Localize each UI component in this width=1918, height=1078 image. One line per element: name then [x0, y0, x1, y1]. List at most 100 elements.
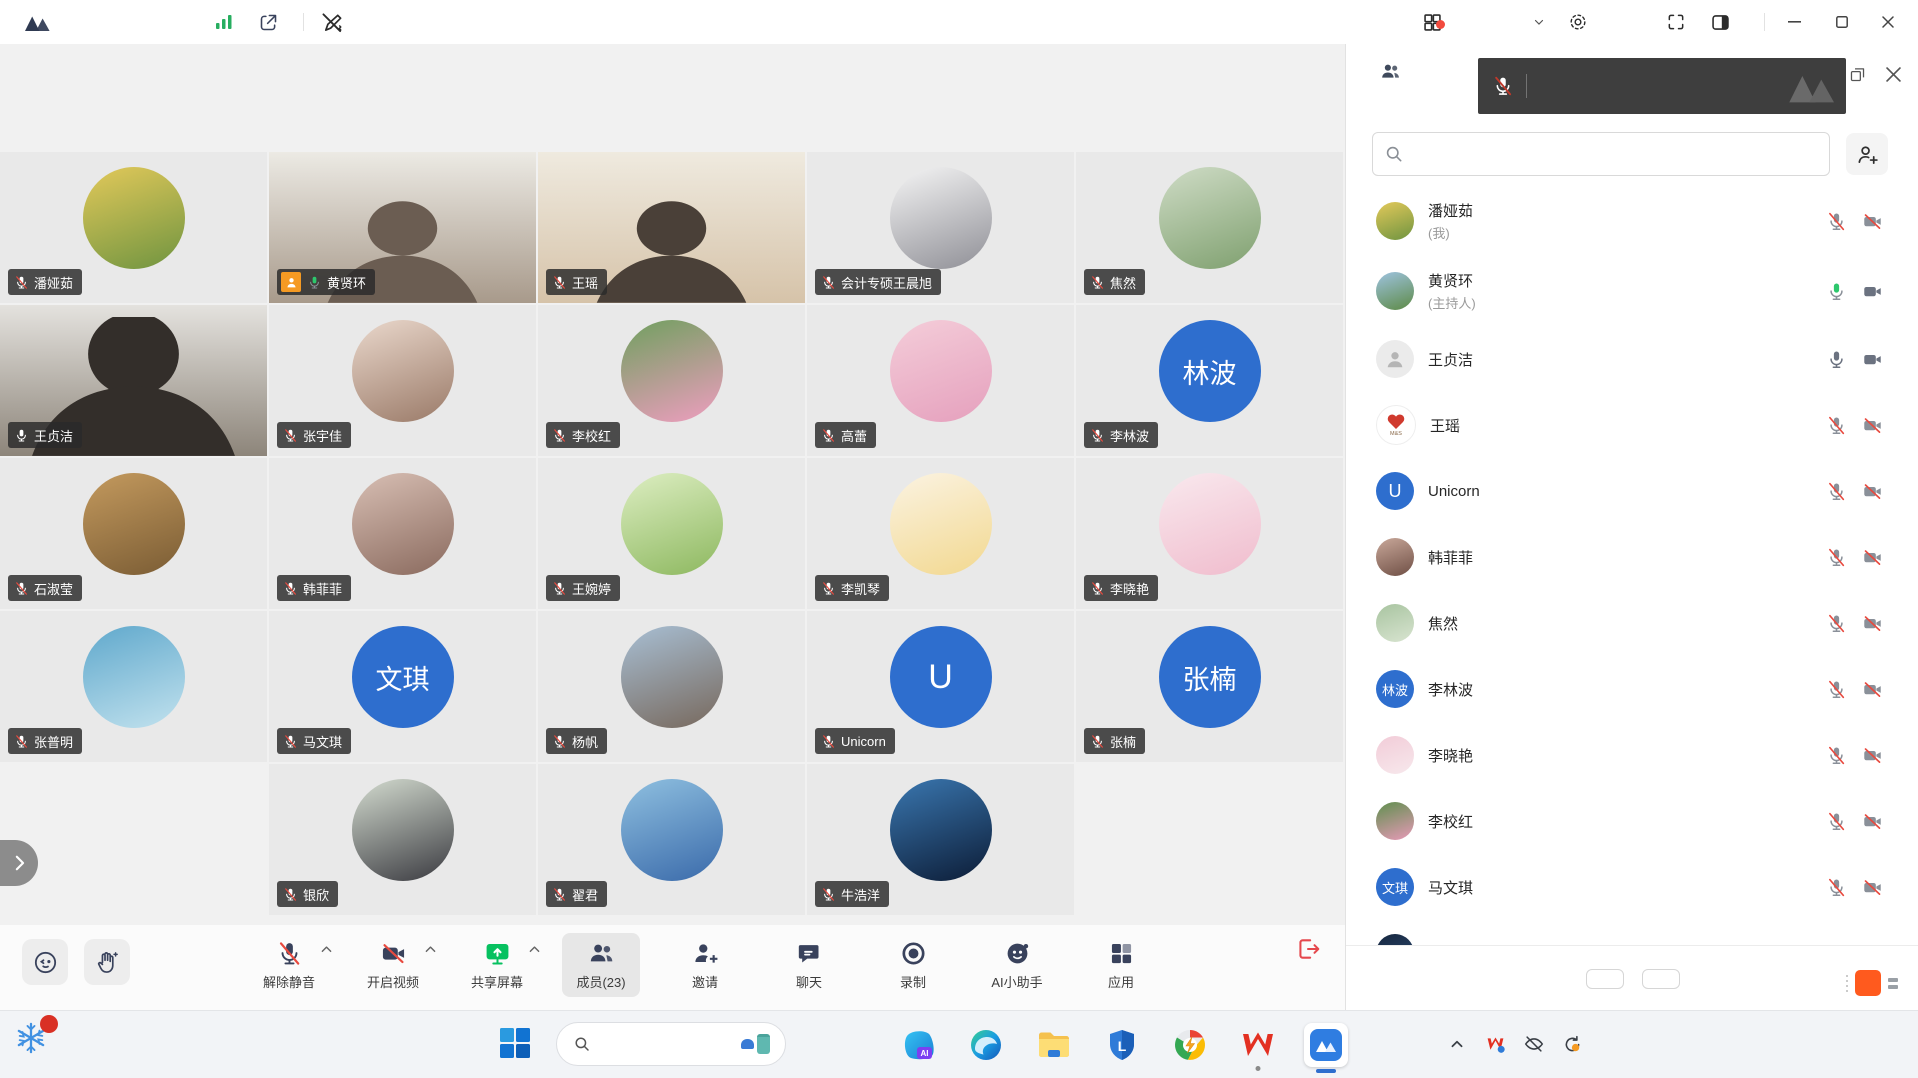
- member-mic-button[interactable]: [1826, 349, 1847, 370]
- video-tile[interactable]: 李校红: [538, 305, 805, 456]
- member-search-input[interactable]: [1372, 132, 1830, 176]
- member-mic-button[interactable]: [1826, 613, 1847, 634]
- video-tile[interactable]: 文琪 马文琪: [269, 611, 536, 762]
- member-mic-button[interactable]: [1826, 281, 1847, 302]
- raise-hand-button[interactable]: [84, 939, 130, 985]
- member-row[interactable]: UUnicorn: [1346, 458, 1918, 524]
- unmute-button[interactable]: [1642, 969, 1680, 989]
- tray-chevron-up[interactable]: [1446, 1033, 1468, 1055]
- toolbar-record-button[interactable]: 录制: [874, 933, 952, 997]
- grid-layout-icon[interactable]: [1422, 0, 1443, 44]
- taskbar-app-edge[interactable]: [964, 1023, 1008, 1067]
- input-method-bar[interactable]: [1846, 970, 1898, 996]
- member-camera-button[interactable]: [1862, 415, 1883, 436]
- member-row-partial[interactable]: [1346, 920, 1918, 945]
- video-tile[interactable]: 林波 李林波: [1076, 305, 1343, 456]
- taskbar-search[interactable]: [556, 1022, 786, 1066]
- toolbar-invite-button[interactable]: 邀请: [666, 933, 744, 997]
- member-camera-button[interactable]: [1862, 745, 1883, 766]
- member-mic-button[interactable]: [1826, 415, 1847, 436]
- tray-eye-off[interactable]: [1523, 1033, 1545, 1055]
- gear-icon[interactable]: [1568, 0, 1588, 44]
- chevron-up-icon[interactable]: [321, 945, 332, 953]
- video-tile[interactable]: 韩菲菲: [269, 458, 536, 609]
- member-mic-button[interactable]: [1826, 211, 1847, 232]
- video-tile[interactable]: 翟君: [538, 764, 805, 915]
- member-row[interactable]: 李校红: [1346, 788, 1918, 854]
- tray-wps-mini[interactable]: [1485, 1034, 1506, 1055]
- toolbar-ai-assistant-button[interactable]: AI小助手: [978, 933, 1056, 997]
- member-row[interactable]: 文琪马文琪: [1346, 854, 1918, 920]
- wps-tray-icon[interactable]: [1485, 1034, 1506, 1055]
- toolbar-share-screen-button[interactable]: 共享屏幕: [458, 933, 536, 997]
- video-tile[interactable]: 高蕾: [807, 305, 1074, 456]
- change-nickname-button[interactable]: [1586, 969, 1624, 989]
- member-row[interactable]: 王贞洁: [1346, 326, 1918, 392]
- member-mic-button[interactable]: [1826, 811, 1847, 832]
- video-tile[interactable]: 张宇佳: [269, 305, 536, 456]
- video-tile[interactable]: 王瑶: [538, 152, 805, 303]
- add-member-button[interactable]: [1846, 133, 1888, 175]
- side-panel-icon[interactable]: [1710, 0, 1731, 44]
- video-tile[interactable]: 杨帆: [538, 611, 805, 762]
- member-camera-button[interactable]: [1862, 281, 1883, 302]
- video-tile[interactable]: 张楠 张楠: [1076, 611, 1343, 762]
- toolbar-apps-button[interactable]: 应用: [1082, 933, 1160, 997]
- taskbar-app-copilot[interactable]: AI: [896, 1023, 940, 1067]
- close-button[interactable]: [1866, 0, 1910, 44]
- member-camera-button[interactable]: [1862, 679, 1883, 700]
- video-tile[interactable]: 黄贤环: [269, 152, 536, 303]
- member-camera-button[interactable]: [1862, 349, 1883, 370]
- popout-panel-button[interactable]: [1844, 61, 1870, 87]
- member-row[interactable]: M&S王瑶: [1346, 392, 1918, 458]
- weather-widget[interactable]: [14, 1020, 56, 1056]
- video-tile[interactable]: 会计专硕王晨旭: [807, 152, 1074, 303]
- share-window-icon[interactable]: [258, 0, 279, 44]
- member-mic-button[interactable]: [1826, 547, 1847, 568]
- taskbar-app-wps[interactable]: [1236, 1023, 1280, 1067]
- chevron-down-icon[interactable]: [1533, 0, 1545, 44]
- tab-members[interactable]: [1380, 61, 1408, 82]
- chevron-up-icon[interactable]: [529, 945, 540, 953]
- toolbar-chat-button[interactable]: 聊天: [770, 933, 848, 997]
- member-camera-button[interactable]: [1862, 877, 1883, 898]
- leave-meeting-button[interactable]: [1295, 936, 1321, 967]
- eye-off-icon[interactable]: [1523, 1033, 1545, 1055]
- member-camera-button[interactable]: [1862, 211, 1883, 232]
- member-row[interactable]: 焦然: [1346, 590, 1918, 656]
- video-tile[interactable]: 王贞洁: [0, 305, 267, 456]
- close-panel-button[interactable]: [1880, 61, 1906, 87]
- toolbar-members-button[interactable]: 成员(23): [562, 933, 640, 997]
- member-mic-button[interactable]: [1826, 745, 1847, 766]
- start-button[interactable]: [498, 1026, 532, 1060]
- taskbar-app-meeting[interactable]: [1304, 1023, 1348, 1067]
- fullscreen-icon[interactable]: [1666, 0, 1686, 44]
- member-mic-button[interactable]: [1826, 679, 1847, 700]
- member-row[interactable]: 林波李林波: [1346, 656, 1918, 722]
- toolbar-start-video-button[interactable]: 开启视频: [354, 933, 432, 997]
- taskbar-app-security[interactable]: L: [1100, 1023, 1144, 1067]
- video-tile[interactable]: 李凯琴: [807, 458, 1074, 609]
- taskbar-app-browser-flash[interactable]: [1168, 1023, 1212, 1067]
- minimize-button[interactable]: [1772, 0, 1816, 44]
- video-tile[interactable]: U Unicorn: [807, 611, 1074, 762]
- member-camera-button[interactable]: [1862, 481, 1883, 502]
- member-row[interactable]: 李晓艳: [1346, 722, 1918, 788]
- member-camera-button[interactable]: [1862, 613, 1883, 634]
- toolbar-unmute-button[interactable]: 解除静音: [250, 933, 328, 997]
- chevron-up-icon[interactable]: [425, 945, 436, 953]
- maximize-button[interactable]: [1820, 0, 1864, 44]
- video-tile[interactable]: 王婉婷: [538, 458, 805, 609]
- tray-sync[interactable]: [1562, 1034, 1583, 1055]
- video-tile[interactable]: 焦然: [1076, 152, 1343, 303]
- emoji-reaction-button[interactable]: [22, 939, 68, 985]
- member-row[interactable]: 韩菲菲: [1346, 524, 1918, 590]
- member-camera-button[interactable]: [1862, 811, 1883, 832]
- video-tile[interactable]: 牛浩洋: [807, 764, 1074, 915]
- video-tile[interactable]: 银欣: [269, 764, 536, 915]
- video-tile[interactable]: 石淑莹: [0, 458, 267, 609]
- member-row[interactable]: 潘娅茹(我): [1346, 186, 1918, 256]
- member-camera-button[interactable]: [1862, 547, 1883, 568]
- tray-expand-icon[interactable]: [1446, 1033, 1468, 1055]
- video-tile[interactable]: 李晓艳: [1076, 458, 1343, 609]
